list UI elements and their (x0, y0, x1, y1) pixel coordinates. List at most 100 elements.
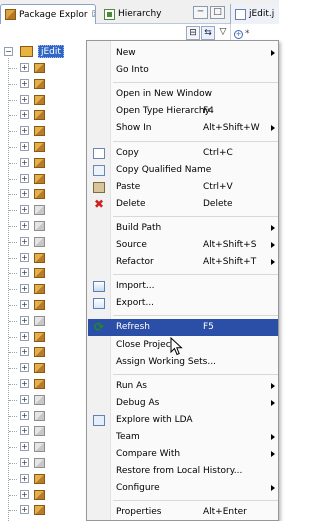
menu-separator (113, 274, 278, 276)
menu-item-configure[interactable]: Configure (88, 480, 278, 497)
collapse-expander-icon[interactable]: − (4, 47, 13, 56)
tree-row-package[interactable]: + (0, 250, 60, 266)
menu-item-new[interactable]: New (88, 45, 278, 62)
menu-item-restore-from-local-history[interactable]: Restore from Local History... (88, 463, 278, 480)
expand-expander-icon[interactable]: + (20, 410, 29, 420)
tree-row-package[interactable]: + (0, 439, 60, 455)
tree-row-package[interactable]: + (0, 76, 60, 92)
menu-item-run-as[interactable]: Run As (88, 378, 278, 395)
tree-row-package[interactable]: + (0, 297, 60, 313)
menu-item-open-in-new-window[interactable]: Open in New Window (88, 86, 278, 103)
expand-expander-icon[interactable]: + (20, 142, 29, 151)
tree-row-package[interactable]: + (0, 265, 60, 281)
menu-item-refactor[interactable]: Refactor Alt+Shift+T (88, 254, 278, 271)
tree-row-package[interactable]: + (0, 234, 60, 250)
collapse-all-button[interactable]: ⊟ (186, 26, 200, 40)
menu-item-build-path[interactable]: Build Path (88, 220, 278, 237)
menu-item-source[interactable]: Source Alt+Shift+S (88, 237, 278, 254)
tree-connector (9, 463, 17, 464)
expand-expander-icon[interactable]: + (20, 489, 29, 499)
tree-row-package[interactable]: + (0, 202, 60, 218)
menu-item-accelerator: Alt+Shift+S (203, 240, 257, 250)
expand-expander-icon[interactable]: + (20, 173, 29, 183)
expand-expander-icon[interactable]: + (20, 63, 29, 72)
expand-expander-icon[interactable]: + (20, 189, 29, 199)
menu-item-debug-as[interactable]: Debug As (88, 395, 278, 412)
tab-editor-label: jEdit.j (249, 9, 275, 19)
expand-expander-icon[interactable]: + (20, 126, 29, 136)
expand-expander-icon[interactable]: + (20, 331, 29, 341)
tree-row-package[interactable]: + (0, 408, 60, 424)
menu-item-refresh[interactable]: ⟳ Refresh F5 (88, 319, 278, 337)
link-with-editor-button[interactable]: ⇆ (201, 26, 215, 40)
expand-expander-icon[interactable]: + (20, 363, 29, 373)
expand-expander-icon[interactable]: + (20, 78, 29, 88)
tree-row-project[interactable]: − jEdit (0, 44, 64, 60)
tree-row-package[interactable]: + (0, 502, 60, 518)
tree-row-package[interactable]: + (0, 471, 60, 487)
view-menu-button[interactable]: ▽ (216, 26, 230, 40)
tree-row-package[interactable]: + (0, 186, 60, 202)
tree-row-package[interactable]: + (0, 423, 60, 439)
menu-item-copy[interactable]: Copy Ctrl+C (88, 145, 278, 162)
menu-item-properties[interactable]: Properties Alt+Enter (88, 504, 278, 521)
tree-row-package[interactable]: + (0, 344, 60, 360)
package-icon (34, 78, 45, 89)
tree-row-package[interactable]: + (0, 360, 60, 376)
expand-expander-icon[interactable]: + (20, 473, 29, 483)
tree-row-package[interactable]: + (0, 392, 60, 408)
menu-item-export[interactable]: Export... (88, 295, 278, 312)
expand-expander-icon[interactable]: + (20, 284, 29, 294)
expand-expander-icon[interactable]: + (20, 379, 29, 388)
expand-expander-icon[interactable]: + (20, 110, 29, 120)
menu-item-paste[interactable]: Paste Ctrl+V (88, 179, 278, 196)
expand-expander-icon[interactable]: + (20, 442, 29, 452)
tree-row-package[interactable]: + (0, 92, 60, 108)
tree-row-package[interactable]: + (0, 171, 60, 187)
tree-row-package[interactable]: + (0, 376, 60, 392)
tree-row-package[interactable]: + (0, 155, 60, 171)
minimize-button[interactable]: ─ (193, 6, 208, 19)
expand-expander-icon[interactable]: + (20, 394, 29, 404)
tab-editor-jedit[interactable]: jEdit.j (230, 4, 279, 24)
expand-expander-icon[interactable]: + (20, 157, 29, 167)
menu-item-delete[interactable]: ✖ Delete Delete (88, 196, 278, 213)
expand-expander-icon[interactable]: + (20, 252, 29, 262)
tree-row-package[interactable]: + (0, 329, 60, 345)
tree-row-package[interactable]: + (0, 60, 60, 76)
expand-expander-icon[interactable]: + (20, 94, 29, 104)
expand-expander-icon[interactable]: + (20, 300, 29, 309)
tree-connector (9, 510, 17, 512)
tree-row-package[interactable]: + (0, 313, 60, 329)
expand-expander-icon[interactable]: + (20, 268, 29, 278)
menu-item-team[interactable]: Team (88, 429, 278, 446)
expand-expander-icon[interactable]: + (20, 315, 29, 325)
close-icon[interactable]: ☒ (92, 10, 95, 20)
menu-item-explore-with-lda[interactable]: Explore with LDA (88, 412, 278, 429)
tree-row-package[interactable]: + (0, 218, 60, 234)
menu-item-open-type-hierarchy[interactable]: Open Type Hierarchy F4 (88, 103, 278, 120)
tree-row-package[interactable]: + (0, 107, 60, 123)
tab-package-explorer[interactable]: Package Explor ☒ (0, 4, 96, 24)
expand-expander-icon[interactable]: + (20, 458, 29, 467)
expand-expander-icon[interactable]: + (20, 205, 29, 215)
tree-row-package[interactable]: + (0, 487, 60, 503)
tree-row-package[interactable]: + (0, 123, 60, 139)
menu-item-compare-with[interactable]: Compare With (88, 446, 278, 463)
maximize-button[interactable]: □ (210, 6, 225, 19)
tree-row-package[interactable]: + (0, 281, 60, 297)
menu-item-show-in[interactable]: Show In Alt+Shift+W (88, 120, 278, 137)
expand-expander-icon[interactable]: + (20, 236, 29, 246)
tree-row-package[interactable]: + (0, 139, 60, 155)
expand-expander-icon[interactable]: + (20, 347, 29, 357)
expand-expander-icon[interactable]: + (20, 426, 29, 436)
menu-item-go-into[interactable]: Go Into (88, 62, 278, 79)
expand-expander-icon[interactable]: + (20, 221, 29, 230)
menu-item-import[interactable]: Import... (88, 278, 278, 295)
tab-hierarchy[interactable]: Hierarchy (100, 4, 190, 24)
expand-expander-icon[interactable]: + (20, 505, 29, 515)
import-icon (93, 281, 105, 293)
tree-connector (9, 162, 17, 164)
tree-row-package[interactable]: + (0, 455, 60, 471)
menu-item-copy-qualified-name[interactable]: Copy Qualified Name (88, 162, 278, 179)
